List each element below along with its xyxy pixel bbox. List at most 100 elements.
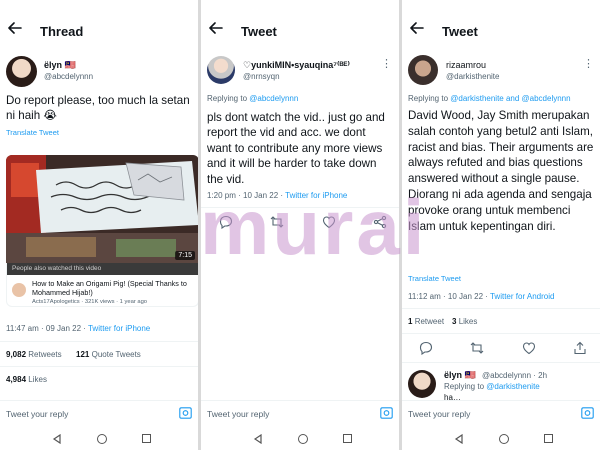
retweet-icon[interactable] <box>270 215 284 229</box>
nav-home-icon[interactable] <box>97 434 107 444</box>
quote-tweet-stats[interactable]: 121 Quote Tweets <box>76 350 141 359</box>
back-arrow-icon[interactable] <box>8 22 22 34</box>
avatar[interactable] <box>408 55 438 85</box>
like-count: 3 <box>452 317 457 326</box>
reply-author-handle[interactable]: @abcdelynnn · 2h <box>482 371 547 380</box>
retweet-stats[interactable]: 1 Retweet <box>408 317 444 326</box>
video-info-card[interactable]: People also watched this video How to Ma… <box>6 263 198 307</box>
nav-home-icon[interactable] <box>298 434 308 444</box>
reply-input[interactable]: Tweet your reply <box>6 409 68 419</box>
back-arrow-icon[interactable] <box>410 22 424 34</box>
divider <box>402 308 600 309</box>
author-handle[interactable]: @nrnsyqn <box>243 72 280 81</box>
author-handle[interactable]: @darkisthenite <box>446 72 499 81</box>
video-title[interactable]: How to Make an Origami Pig! (Special Tha… <box>32 279 192 297</box>
replying-prefix: Replying to <box>207 94 248 103</box>
image-icon[interactable] <box>179 407 192 419</box>
divider <box>402 362 600 363</box>
reply-icon[interactable] <box>219 215 233 229</box>
replying-to-link[interactable]: @abcdelynnn <box>249 94 298 103</box>
timestamp-text: 1:20 pm · 10 Jan 22 · <box>207 191 284 200</box>
tweet-timestamp: 11:12 am · 10 Jan 22 · Twitter for Andro… <box>408 292 554 301</box>
like-stats[interactable]: 3 Likes <box>452 317 477 326</box>
tweet-text: David Wood, Jay Smith merupakan salah co… <box>408 109 594 233</box>
image-icon[interactable] <box>581 407 594 419</box>
author-handle[interactable]: @abcdelynnn <box>44 72 93 81</box>
back-arrow-icon[interactable] <box>209 22 223 34</box>
retweet-stats[interactable]: 9,082 Retweets <box>6 350 62 359</box>
nav-recents-icon[interactable] <box>343 434 352 443</box>
avatar[interactable] <box>207 56 235 84</box>
tweet-source-link[interactable]: Twitter for iPhone <box>285 191 347 200</box>
android-navigation-bar <box>402 428 600 450</box>
reply-icon[interactable] <box>419 341 433 355</box>
like-stats[interactable]: 4,984 Likes <box>6 375 47 384</box>
reply-composer[interactable]: Tweet your reply <box>402 400 600 426</box>
divider <box>201 207 399 208</box>
page-title: Tweet <box>442 24 478 39</box>
divider <box>402 333 600 334</box>
replying-to-link[interactable]: @darkisthenite and @abcdelynnn <box>450 94 570 103</box>
retweet-icon[interactable] <box>470 341 484 355</box>
share-icon[interactable] <box>573 341 587 355</box>
translate-tweet-link[interactable]: Translate Tweet <box>6 128 59 137</box>
tweet-timestamp: 1:20 pm · 10 Jan 22 · Twitter for iPhone <box>207 191 347 200</box>
replying-to-link[interactable]: @darkisthenite <box>486 382 539 391</box>
watched-label: People also watched this video <box>7 263 198 275</box>
header: Tweet <box>402 0 600 46</box>
video-channel-info: Acts17Apologetics · 321K views · 1 year … <box>32 299 148 305</box>
page-title: Thread <box>40 24 84 39</box>
android-navigation-bar <box>0 428 198 450</box>
divider <box>0 341 198 342</box>
tweet-panel: Tweet ♡yunkiMIN•syauqina⁷⁽ᴮᴱ⁾ @nrnsyqn ⋮… <box>201 0 399 450</box>
channel-avatar <box>12 283 26 297</box>
reply-author-name[interactable]: ëlyn 🇲🇾 <box>444 370 476 381</box>
reply-composer[interactable]: Tweet your reply <box>201 400 399 426</box>
like-label: Likes <box>28 375 47 384</box>
author-name[interactable]: ëlyn 🇲🇾 <box>44 60 76 71</box>
author-name[interactable]: ♡yunkiMIN•syauqina⁷⁽ᴮᴱ⁾ <box>243 60 350 71</box>
like-icon[interactable] <box>522 341 536 355</box>
reply-replying-to: Replying to @darkisthenite <box>444 382 540 391</box>
avatar[interactable] <box>6 56 37 87</box>
like-count: 4,984 <box>6 375 27 384</box>
share-icon[interactable] <box>373 215 387 229</box>
image-icon[interactable] <box>380 407 393 419</box>
quote-label: Quote Tweets <box>91 350 141 359</box>
like-icon[interactable] <box>322 215 336 229</box>
translate-tweet-link[interactable]: Translate Tweet <box>408 274 461 283</box>
tweet-source-link[interactable]: Twitter for iPhone <box>88 324 150 333</box>
nav-back-icon[interactable] <box>253 434 263 444</box>
nav-recents-icon[interactable] <box>544 434 553 443</box>
reply-input[interactable]: Tweet your reply <box>408 409 470 419</box>
tweet-source-link[interactable]: Twitter for Android <box>490 292 554 301</box>
author-name[interactable]: rizaamrou <box>446 60 486 70</box>
android-navigation-bar <box>201 428 399 450</box>
divider <box>0 366 198 367</box>
retweet-label: Retweet <box>414 317 445 326</box>
tweet-panel: Tweet rizaamrou @darkisthenite ⋮ Replyin… <box>402 0 600 450</box>
quote-count: 121 <box>76 350 90 359</box>
more-options-icon[interactable]: ⋮ <box>381 57 393 70</box>
tweet-text: pls dont watch the vid.. just go and rep… <box>207 111 385 186</box>
reply-composer[interactable]: Tweet your reply <box>0 400 198 426</box>
page-title: Tweet <box>241 24 277 39</box>
video-thumbnail[interactable]: 7:15 <box>6 155 198 263</box>
nav-back-icon[interactable] <box>52 434 62 444</box>
thread-panel: Thread ëlyn 🇲🇾 @abcdelynnn Do report ple… <box>0 0 198 450</box>
avatar[interactable] <box>408 370 436 398</box>
nav-recents-icon[interactable] <box>142 434 151 443</box>
more-options-icon[interactable]: ⋮ <box>583 57 595 70</box>
like-label: Likes <box>458 317 478 326</box>
replying-to: Replying to @abcdelynnn <box>207 94 298 103</box>
reply-input[interactable]: Tweet your reply <box>207 409 269 419</box>
timestamp-text: 11:47 am · 09 Jan 22 · <box>6 324 86 333</box>
retweet-label: Retweets <box>28 350 62 359</box>
timestamp-text: 11:12 am · 10 Jan 22 · <box>408 292 488 301</box>
nav-back-icon[interactable] <box>454 434 464 444</box>
nav-home-icon[interactable] <box>499 434 509 444</box>
tweet-timestamp: 11:47 am · 09 Jan 22 · Twitter for iPhon… <box>6 324 150 333</box>
tweet-text: Do report please, too much la setan ni h… <box>6 94 190 123</box>
retweet-count: 1 <box>408 317 413 326</box>
replying-prefix: Replying to <box>408 94 449 103</box>
